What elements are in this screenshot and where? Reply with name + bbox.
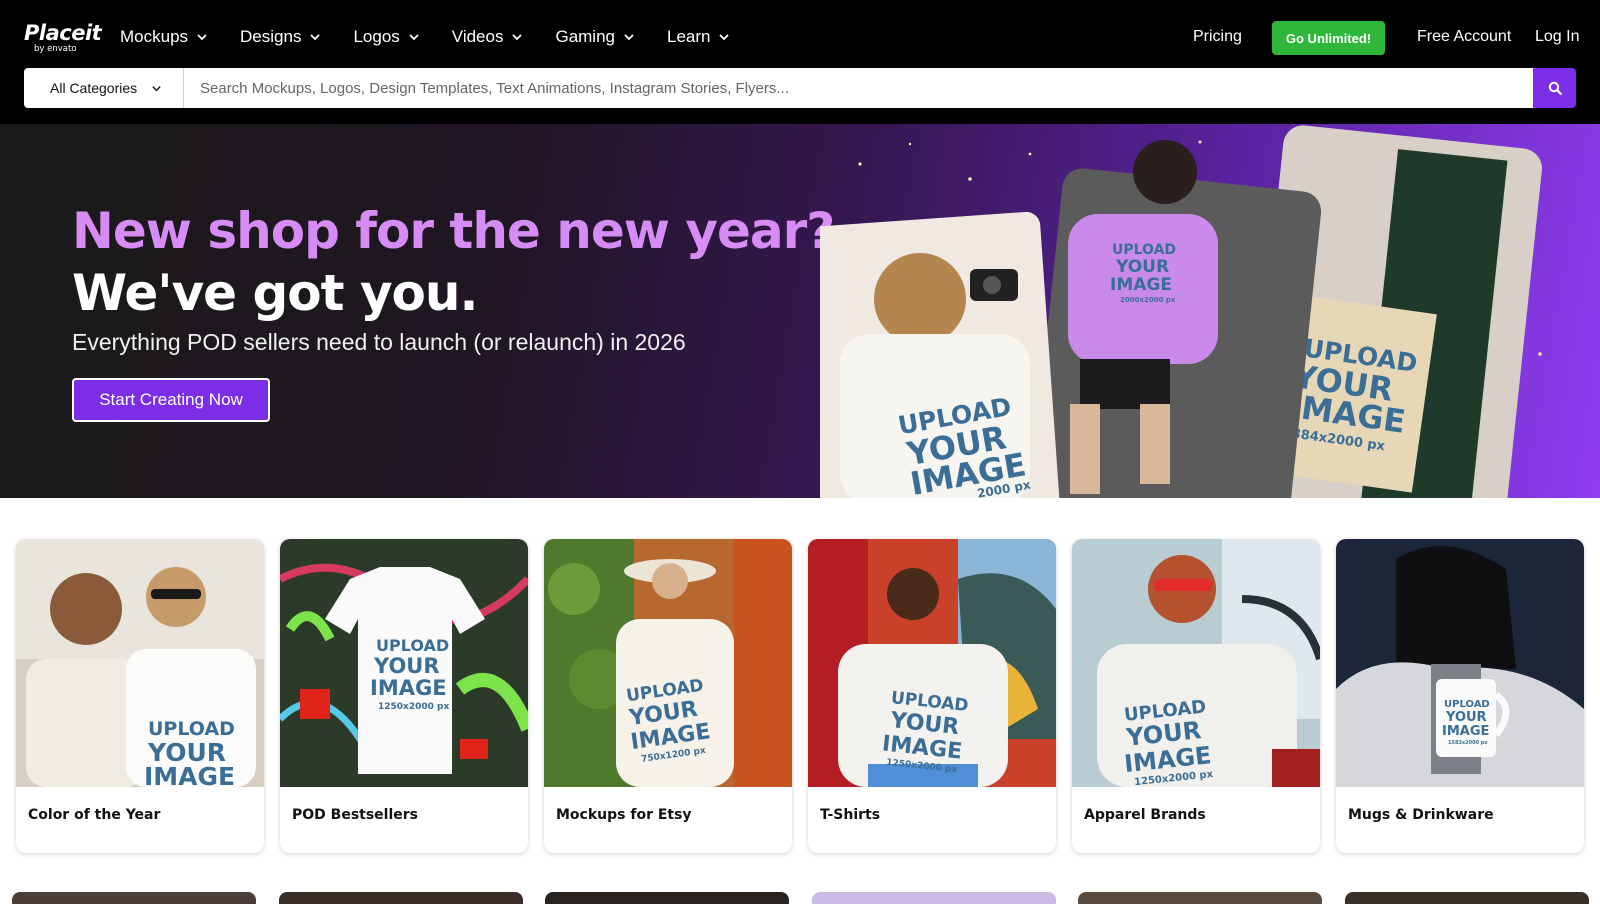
category-card-partial[interactable]: [1078, 892, 1322, 904]
category-thumbnail: UPLOAD YOUR IMAGE 750x1200 px: [544, 539, 792, 787]
chevron-down-icon: [624, 34, 634, 41]
top-header: Placeit by envato Mockups Designs Logos …: [0, 0, 1600, 124]
search-bar: All Categories: [24, 68, 1576, 108]
logo-wordmark: Placeit: [24, 21, 102, 45]
hoodie-mock-line3: IMAGE: [1110, 275, 1172, 295]
category-card-t-shirts[interactable]: UPLOAD YOUR IMAGE 1250x2000 px T-Shirts: [808, 539, 1056, 853]
nav-item-mockups[interactable]: Mockups: [120, 24, 208, 50]
chevron-down-icon: [719, 34, 730, 41]
search-icon: [1548, 81, 1562, 95]
nav-item-videos[interactable]: Videos: [452, 24, 524, 50]
category-grid: UPLOAD YOUR IMAGE Color of the Year UPLO…: [16, 539, 1584, 854]
category-card-label: POD Bestsellers: [292, 807, 419, 823]
card-mock-line2: YOUR: [373, 654, 440, 678]
hoodie-mock-line2: YOUR: [1115, 257, 1169, 277]
search-button[interactable]: [1533, 68, 1576, 108]
placeit-logo[interactable]: Placeit by envato: [24, 21, 102, 54]
card-mock-line2: YOUR: [1445, 710, 1487, 725]
category-card-partial[interactable]: [812, 892, 1056, 904]
hero-headline-secondary: We've got you.: [72, 264, 478, 322]
nav-item-learn[interactable]: Learn: [667, 24, 730, 50]
nav-item-label: Learn: [667, 27, 711, 46]
pricing-link[interactable]: Pricing: [1193, 28, 1242, 46]
category-card-partial[interactable]: [279, 892, 523, 904]
category-card-mugs-and-drinkware[interactable]: UPLOAD YOUR IMAGE 1583x2000 px Mugs & Dr…: [1336, 539, 1584, 853]
card-mock-line1: UPLOAD: [1444, 699, 1490, 710]
card-mock-line1: UPLOAD: [376, 636, 449, 655]
category-thumbnail: UPLOAD YOUR IMAGE 1250x2000 px: [280, 539, 528, 787]
nav-item-logos[interactable]: Logos: [353, 24, 419, 50]
free-account-link[interactable]: Free Account: [1417, 28, 1511, 46]
card-mock-line3: IMAGE: [1442, 724, 1489, 739]
hoodie-mockup-card: UPLOAD YOUR IMAGE 2000x2000 px: [1028, 140, 1322, 498]
hoodie-mock-line4: 2000x2000 px: [1120, 296, 1176, 304]
nav-item-label: Designs: [240, 27, 302, 46]
chevron-down-icon: [512, 34, 523, 41]
category-thumbnail: UPLOAD YOUR IMAGE 1250x2000 px: [808, 539, 1056, 787]
category-card-partial[interactable]: [12, 892, 256, 904]
card-mock-line4: 1583x2000 px: [1448, 740, 1488, 746]
search-input[interactable]: [184, 68, 1533, 108]
hero-mockup-collage: UPLOAD YOUR IMAGE 384x2000 px UPLOAD YOU…: [820, 125, 1542, 498]
category-card-partial[interactable]: [545, 892, 789, 904]
chevron-down-icon: [197, 34, 207, 41]
hoodie-mock-line1: UPLOAD: [1112, 242, 1176, 258]
login-link[interactable]: Log In: [1535, 28, 1579, 46]
category-card-pod-bestsellers[interactable]: UPLOAD YOUR IMAGE 1250x2000 px POD Bests…: [280, 539, 528, 853]
category-card-label: T-Shirts: [820, 807, 881, 823]
category-card-partial[interactable]: [1345, 892, 1589, 904]
nav-item-label: Videos: [451, 27, 504, 46]
nav-item-label: Mockups: [120, 27, 189, 46]
main-nav: Mockups Designs Logos Videos Gaming Lear…: [120, 24, 762, 50]
category-card-label: Color of the Year: [28, 807, 161, 823]
category-card-apparel-brands[interactable]: UPLOAD YOUR IMAGE 1250x2000 px Apparel B…: [1072, 539, 1320, 853]
category-card-label: Mugs & Drinkware: [1348, 807, 1494, 823]
hero-headline-primary: New shop for the new year?: [72, 202, 835, 260]
category-thumbnail: UPLOAD YOUR IMAGE: [16, 539, 264, 787]
card-mock-line3: IMAGE: [144, 762, 235, 787]
category-thumbnail: UPLOAD YOUR IMAGE 1583x2000 px: [1336, 539, 1584, 787]
tshirt-back-mockup-card: UPLOAD YOUR IMAGE 2000 px: [820, 211, 1060, 498]
chevron-down-icon: [409, 34, 419, 41]
start-creating-button[interactable]: Start Creating Now: [72, 378, 270, 422]
card-mock-line3: IMAGE: [370, 676, 447, 700]
chevron-down-icon: [152, 85, 161, 91]
category-select-value: All Categories: [50, 80, 138, 96]
hero-subtitle: Everything POD sellers need to launch (o…: [72, 329, 686, 355]
nav-item-label: Logos: [353, 27, 400, 46]
category-select[interactable]: All Categories: [24, 68, 184, 108]
category-grid-row-2: [12, 892, 1589, 904]
go-unlimited-button[interactable]: Go Unlimited!: [1272, 21, 1385, 55]
card-mock-line1: UPLOAD: [148, 718, 235, 740]
chevron-down-icon: [310, 34, 321, 41]
category-card-mockups-for-etsy[interactable]: UPLOAD YOUR IMAGE 750x1200 px Mockups fo…: [544, 539, 792, 853]
card-mock-line4: 1250x2000 px: [378, 702, 449, 712]
category-card-label: Apparel Brands: [1084, 807, 1206, 823]
nav-item-gaming[interactable]: Gaming: [555, 24, 635, 50]
hero-banner: New shop for the new year? We've got you…: [0, 124, 1600, 498]
category-card-label: Mockups for Etsy: [556, 807, 692, 823]
category-card-color-of-the-year[interactable]: UPLOAD YOUR IMAGE Color of the Year: [16, 539, 264, 853]
nav-item-label: Gaming: [555, 27, 615, 46]
category-thumbnail: UPLOAD YOUR IMAGE 1250x2000 px: [1072, 539, 1320, 787]
logo-byline: by envato: [34, 44, 77, 54]
nav-item-designs[interactable]: Designs: [240, 24, 321, 50]
